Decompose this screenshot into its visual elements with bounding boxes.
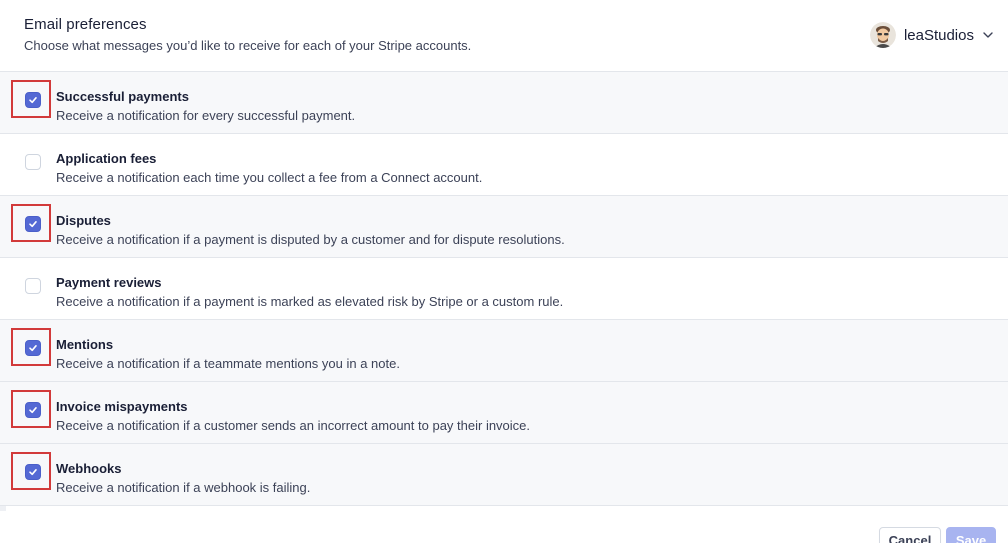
checkmark-icon bbox=[29, 345, 37, 352]
save-button[interactable]: Save bbox=[946, 527, 996, 543]
checkmark-icon bbox=[29, 97, 37, 104]
cancel-button[interactable]: Cancel bbox=[879, 527, 941, 543]
preference-description: Receive a notification if a customer sen… bbox=[56, 418, 531, 433]
account-name: leaStudios bbox=[903, 26, 974, 44]
preference-title: Mentions bbox=[56, 337, 114, 352]
preference-checkbox[interactable] bbox=[25, 92, 41, 108]
avatar-icon bbox=[869, 22, 896, 48]
preference-title: Application fees bbox=[56, 151, 157, 166]
email-preferences-page: Email preferences Choose what messages y… bbox=[0, 0, 1008, 543]
preferences-list: Successful payments Receive a notificatio… bbox=[0, 72, 1008, 506]
preference-row: Webhooks Receive a notification if a webh… bbox=[0, 444, 1008, 506]
preference-row: Mentions Receive a notification if a team… bbox=[0, 320, 1008, 382]
preference-checkbox[interactable] bbox=[25, 402, 41, 418]
preference-title: Disputes bbox=[56, 213, 111, 228]
preference-title: Payment reviews bbox=[56, 275, 162, 290]
preference-checkbox[interactable] bbox=[25, 154, 41, 170]
chevron-down-icon bbox=[982, 29, 994, 41]
header: Email preferences Choose what messages y… bbox=[0, 0, 1008, 72]
footer: Cancel Save bbox=[0, 511, 1008, 543]
checkmark-icon bbox=[29, 469, 37, 476]
page-title: Email preferences bbox=[24, 16, 147, 33]
preference-description: Receive a notification if a teammate men… bbox=[56, 356, 400, 371]
preference-checkbox[interactable] bbox=[25, 278, 41, 294]
preference-title: Successful payments bbox=[56, 89, 189, 104]
preference-row: Invoice mispayments Receive a notificatio… bbox=[0, 382, 1008, 444]
preference-row: Successful payments Receive a notificatio… bbox=[0, 72, 1008, 134]
preference-checkbox[interactable] bbox=[25, 340, 41, 356]
preference-row: Disputes Receive a notification if a paym… bbox=[0, 196, 1008, 258]
page-subtitle: Choose what messages you’d like to recei… bbox=[24, 38, 472, 53]
checkmark-icon bbox=[29, 407, 37, 414]
preference-title: Webhooks bbox=[56, 461, 122, 476]
preference-description: Receive a notification if a payment is d… bbox=[56, 232, 565, 247]
account-switcher[interactable]: leaStudios bbox=[869, 22, 994, 48]
preference-description: Receive a notification each time you col… bbox=[56, 170, 483, 185]
checkmark-icon bbox=[29, 221, 37, 228]
preference-description: Receive a notification for every success… bbox=[56, 108, 356, 123]
preference-row: Application fees Receive a notification e… bbox=[0, 134, 1008, 196]
preference-checkbox[interactable] bbox=[25, 216, 41, 232]
preference-checkbox[interactable] bbox=[25, 464, 41, 480]
preference-description: Receive a notification if a payment is m… bbox=[56, 294, 564, 309]
preference-row: Payment reviews Receive a notification if… bbox=[0, 258, 1008, 320]
preference-title: Invoice mispayments bbox=[56, 399, 188, 414]
preference-description: Receive a notification if a webhook is f… bbox=[56, 480, 311, 495]
